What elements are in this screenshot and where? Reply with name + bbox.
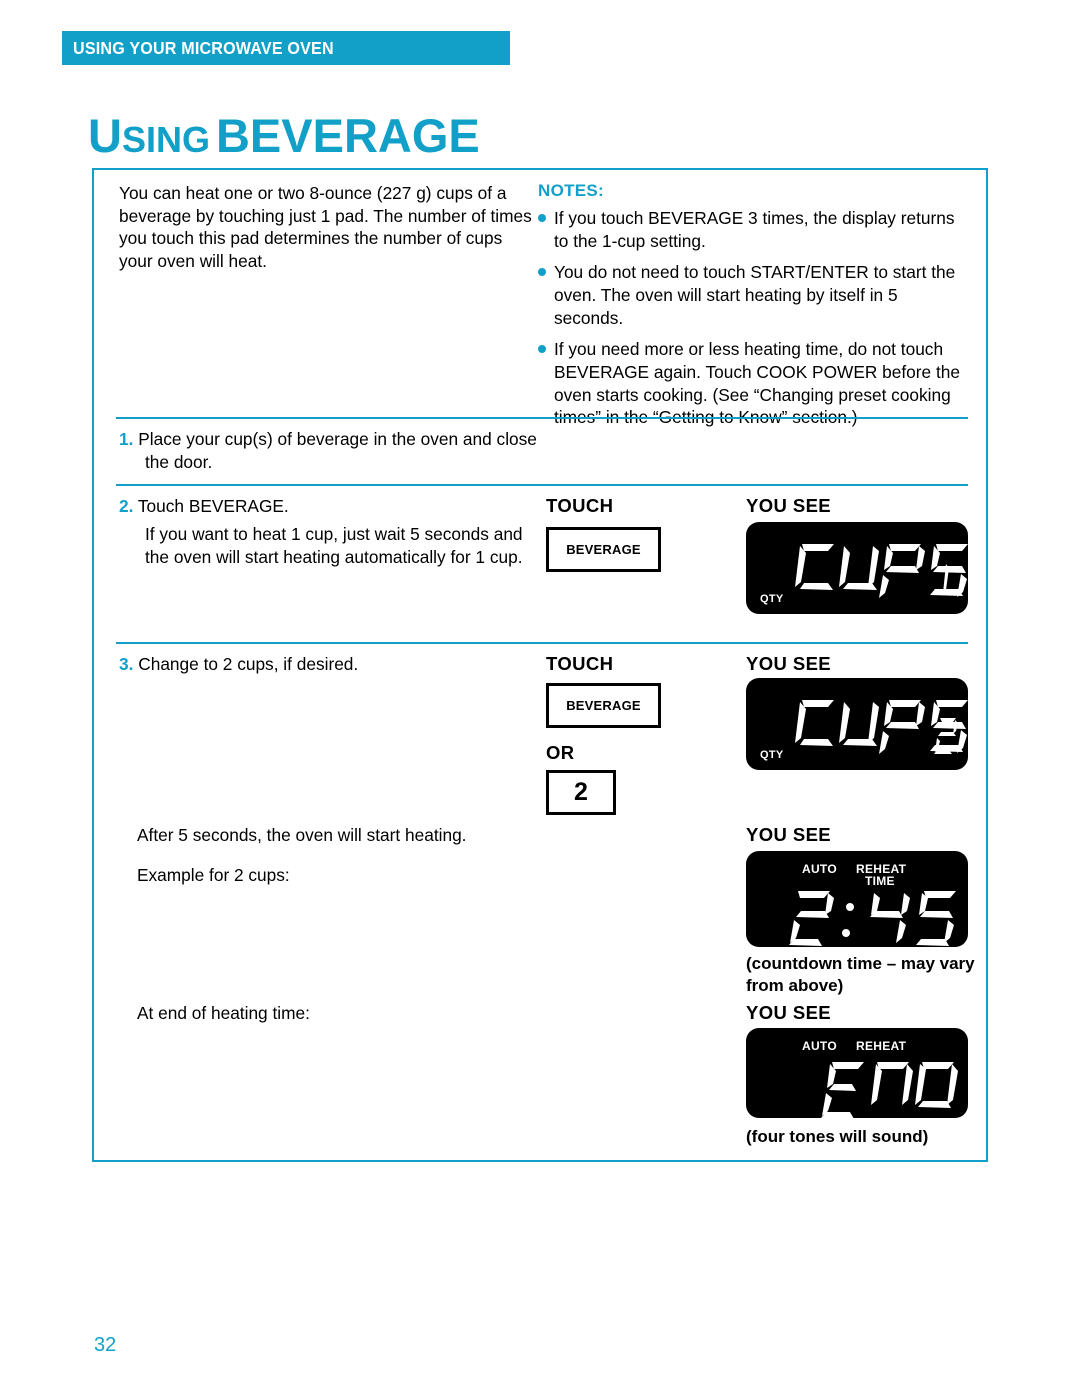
svg-text:QTY: QTY (760, 749, 784, 761)
svg-text:QTY: QTY (760, 593, 784, 605)
svg-text:AUTO: AUTO (802, 862, 837, 876)
bullet-icon (538, 214, 546, 222)
bullet-icon (538, 268, 546, 277)
page-title-word1-cap: U (88, 109, 122, 162)
step-1-number: 1. (119, 429, 134, 449)
you-see-column-heading-countdown: YOU SEE (746, 824, 832, 845)
intro-paragraph: You can heat one or two 8-ounce (227 g) … (119, 183, 532, 271)
you-see-column-heading-step2: YOU SEE (746, 495, 832, 516)
step-3-number: 3. (119, 654, 134, 674)
display-svg-end: AUTO REHEAT (802, 1039, 958, 1118)
display-panel-cups-2: QTY (746, 678, 968, 770)
or-label: OR (546, 742, 575, 763)
divider (116, 417, 968, 419)
beverage-pad-step2[interactable]: BEVERAGE (546, 527, 661, 572)
running-header-text: USING YOUR MICROWAVE OVEN (73, 37, 334, 58)
page-title: USING BEVERAGE (88, 112, 480, 159)
page-title-word1-rest: SING (121, 119, 210, 160)
touch-column-heading-step2: TOUCH (546, 495, 614, 516)
notes-block: NOTES: If you touch BEVERAGE 3 times, th… (538, 181, 970, 438)
step-3: 3. Change to 2 cups, if desired. (119, 653, 539, 676)
svg-text:TIME: TIME (865, 874, 895, 888)
beverage-pad-step3[interactable]: BEVERAGE (546, 683, 661, 728)
touch-column-heading-step3: TOUCH (546, 653, 614, 674)
beverage-pad-label: BEVERAGE (566, 542, 641, 557)
note-item: You do not need to touch START/ENTER to … (538, 261, 970, 329)
display-panel-end: AUTO REHEAT (746, 1028, 968, 1118)
after-five-seconds-text: After 5 seconds, the oven will start hea… (137, 825, 467, 845)
divider (116, 642, 968, 644)
at-end-of-heating-text: At end of heating time: (137, 1003, 310, 1023)
note-item-text: If you touch BEVERAGE 3 times, the displ… (554, 208, 955, 251)
step-2-subtext: If you want to heat 1 cup, just wait 5 s… (145, 524, 523, 567)
step-3-text: Change to 2 cups, if desired. (138, 654, 359, 674)
you-see-column-heading-end: YOU SEE (746, 1002, 832, 1023)
step-2: 2. Touch BEVERAGE. (119, 495, 539, 518)
you-see-column-heading-step3: YOU SEE (746, 653, 832, 674)
note-item: If you touch BEVERAGE 3 times, the displ… (538, 207, 970, 252)
two-pad[interactable]: 2 (546, 770, 616, 815)
divider (116, 484, 968, 486)
display-svg-cups-2: QTY (760, 700, 968, 761)
step-2-number: 2. (119, 496, 134, 516)
notes-title: NOTES: (538, 181, 605, 200)
display-svg-countdown: AUTO REHEAT TIME (789, 862, 956, 946)
note-item-text: You do not need to touch START/ENTER to … (554, 262, 956, 328)
example-for-two-cups-text: Example for 2 cups: (137, 865, 290, 885)
svg-text:AUTO: AUTO (802, 1039, 837, 1053)
beverage-pad-label: BEVERAGE (566, 698, 641, 713)
countdown-caption: (countdown time – may vary from above) (746, 954, 975, 996)
bullet-icon (538, 345, 546, 354)
display-panel-countdown: AUTO REHEAT TIME (746, 851, 968, 947)
page-number: 32 (94, 1334, 117, 1356)
note-item: If you need more or less heating time, d… (538, 338, 970, 429)
display-panel-cups-1: QTY (746, 522, 968, 614)
page-title-word2: BEVERAGE (215, 109, 480, 162)
display-svg-cups-1: QTY (760, 544, 968, 605)
step-2-text: Touch BEVERAGE. (137, 496, 289, 516)
content-box: You can heat one or two 8-ounce (227 g) … (92, 168, 988, 1162)
step-1: 1. Place your cup(s) of beverage in the … (119, 428, 539, 474)
svg-text:REHEAT: REHEAT (856, 1039, 907, 1053)
end-caption: (four tones will sound) (746, 1127, 929, 1146)
step-1-text: Place your cup(s) of beverage in the ove… (138, 429, 537, 472)
two-pad-label: 2 (574, 778, 588, 806)
note-item-text: If you need more or less heating time, d… (554, 339, 960, 428)
running-header-bar: USING YOUR MICROWAVE OVEN (62, 31, 510, 65)
